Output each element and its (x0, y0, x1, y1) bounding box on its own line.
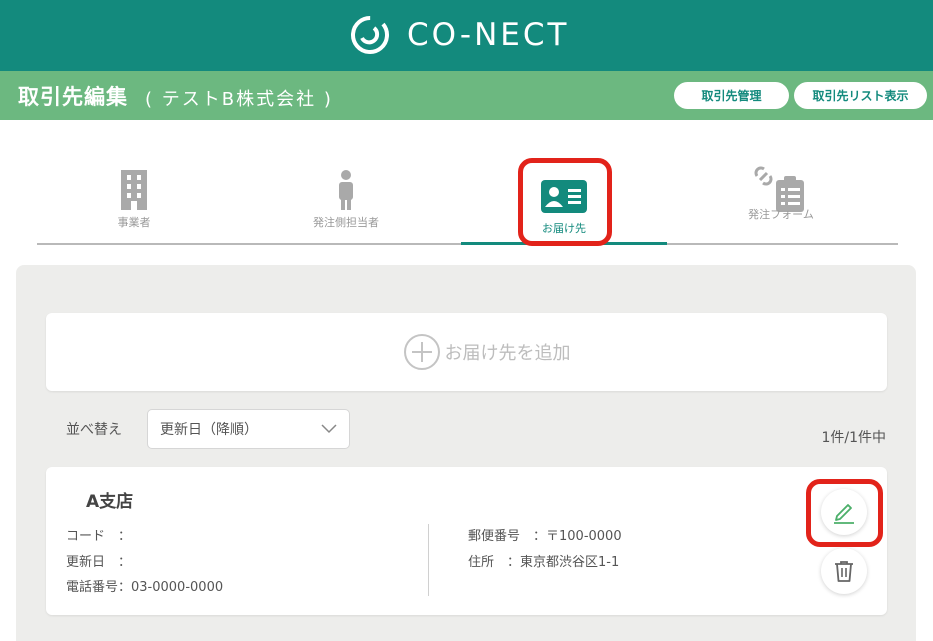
tab-ordering-contact[interactable]: 発注側担当者 (243, 170, 449, 246)
address-value: 東京都渋谷区1-1 (520, 555, 620, 570)
result-count: 1件/1件中 (821, 430, 886, 446)
sort-selected-value: 更新日（降順） (160, 422, 258, 438)
conect-logo-icon (351, 16, 389, 54)
highlight-box-tab (518, 158, 612, 246)
sort-label: 並べ替え (66, 422, 122, 438)
code-row: コード ： (66, 525, 131, 544)
tab-order-form[interactable]: 発注フォーム (678, 166, 884, 246)
postal-row: 郵便番号 ：〒100-0000 (468, 525, 622, 544)
partner-management-button[interactable]: 取引先管理 (674, 82, 789, 109)
address-label: 住所 ： (468, 555, 521, 570)
plus-circle-icon (403, 334, 440, 370)
delete-button[interactable] (821, 548, 867, 594)
logo-text: CO-NECT (407, 17, 570, 53)
person-icon (339, 170, 353, 210)
code-label: コード ： (66, 529, 132, 544)
add-delivery-label: お届け先を追加 (444, 343, 571, 364)
card-divider (428, 524, 429, 596)
tab-label: 事業者 (117, 216, 151, 229)
logo[interactable]: CO-NECT (349, 14, 569, 56)
postal-value: 〒100-0000 (546, 529, 622, 544)
phone-row: 電話番号：03-0000-0000 (66, 576, 223, 595)
add-delivery-button[interactable]: お届け先を追加 (46, 313, 887, 391)
chevron-down-icon (321, 424, 337, 434)
sort-select[interactable]: 更新日（降順） (147, 409, 350, 449)
highlight-box-edit (806, 479, 883, 547)
tab-label: 発注側担当者 (313, 216, 379, 229)
building-icon (121, 170, 147, 210)
postal-label: 郵便番号 ： (468, 529, 547, 544)
page-title: 取引先編集 (18, 85, 128, 109)
tab-business[interactable]: 事業者 (31, 170, 237, 246)
phone-value: 03-0000-0000 (131, 580, 224, 595)
address-row: 住所 ：東京都渋谷区1-1 (468, 551, 619, 570)
updated-row: 更新日 ： (66, 551, 131, 570)
delivery-name: A支店 (86, 492, 134, 512)
updated-label: 更新日 ： (66, 555, 132, 570)
trash-icon (835, 561, 853, 582)
page-subtitle: ( テストB株式会社 ) (145, 89, 333, 110)
tab-label: 発注フォーム (748, 208, 814, 221)
partner-list-button[interactable]: 取引先リスト表示 (794, 82, 927, 109)
phone-label: 電話番号： (66, 580, 132, 595)
